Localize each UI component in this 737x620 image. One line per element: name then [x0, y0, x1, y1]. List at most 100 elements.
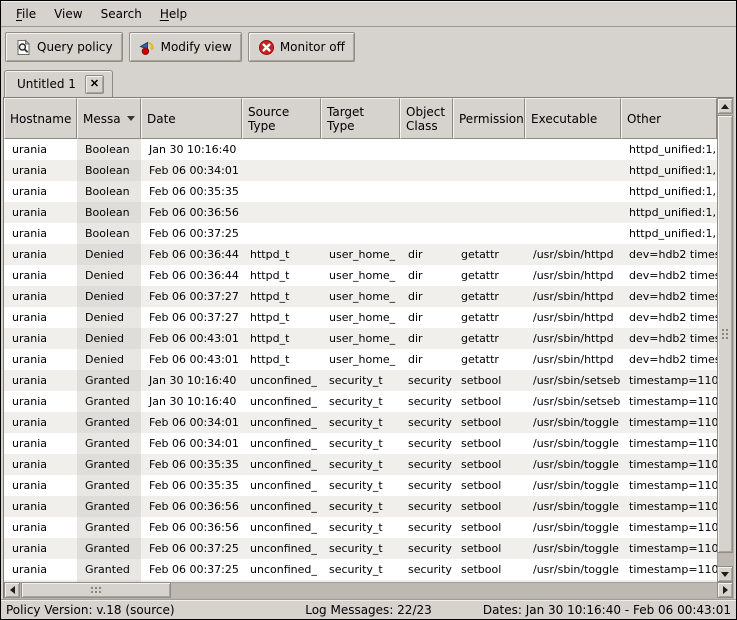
- table-row[interactable]: uraniaGrantedFeb 06 00:37:25unconfined_s…: [4, 538, 717, 559]
- cell-permission: setbool: [453, 454, 525, 475]
- cell-hostname: urania: [4, 475, 77, 496]
- cell-object_class: dir: [400, 286, 453, 307]
- cell-target_type: user_home_: [321, 307, 400, 328]
- cell-target_type: security_t: [321, 412, 400, 433]
- scroll-left-button[interactable]: [4, 582, 20, 598]
- cell-permission: [453, 139, 525, 160]
- vertical-scrollbar-thumb[interactable]: [717, 115, 733, 553]
- table-row[interactable]: uraniaGrantedFeb 06 00:36:56unconfined_s…: [4, 517, 717, 538]
- column-header-executable[interactable]: Executable: [525, 98, 621, 139]
- cell-source_type: httpd_t: [242, 265, 321, 286]
- cell-hostname: urania: [4, 265, 77, 286]
- monitor-off-button[interactable]: Monitor off: [248, 32, 355, 62]
- column-header-target_type[interactable]: Target Type: [321, 98, 400, 139]
- cell-executable: /usr/sbin/httpd: [525, 265, 621, 286]
- menu-item-view[interactable]: View: [45, 4, 91, 24]
- cell-executable: /usr/sbin/toggle: [525, 517, 621, 538]
- table-row[interactable]: uraniaGrantedJan 30 10:16:40unconfined_s…: [4, 370, 717, 391]
- column-header-permission[interactable]: Permission: [453, 98, 525, 139]
- table-row[interactable]: uraniaBooleanFeb 06 00:36:56httpd_unifie…: [4, 202, 717, 223]
- cell-target_type: user_home_: [321, 244, 400, 265]
- vertical-scrollbar-trough[interactable]: [717, 553, 733, 566]
- scroll-down-button[interactable]: [717, 566, 733, 582]
- cell-object_class: security: [400, 433, 453, 454]
- cell-target_type: user_home_: [321, 286, 400, 307]
- column-header-other[interactable]: Other: [621, 98, 717, 139]
- table-row[interactable]: uraniaDeniedFeb 06 00:36:44httpd_tuser_h…: [4, 265, 717, 286]
- column-header-hostname[interactable]: Hostname: [4, 98, 77, 139]
- menu-item-file[interactable]: File: [7, 4, 45, 24]
- table-row[interactable]: uraniaGrantedJan 30 10:16:40unconfined_s…: [4, 391, 717, 412]
- menu-item-search[interactable]: Search: [92, 4, 151, 24]
- table-row[interactable]: uraniaDeniedFeb 06 00:37:27httpd_tuser_h…: [4, 307, 717, 328]
- table-row[interactable]: uraniaGrantedFeb 06 00:34:01unconfined_s…: [4, 433, 717, 454]
- column-header-source_type[interactable]: Source Type: [242, 98, 321, 139]
- menu-item-help[interactable]: Help: [151, 4, 196, 24]
- column-header-label: Hostname: [10, 112, 71, 126]
- cell-message: Granted: [77, 433, 141, 454]
- horizontal-scrollbar-thumb[interactable]: [21, 582, 171, 598]
- log-messages-count: Log Messages: 22/23: [305, 603, 432, 617]
- cell-hostname: urania: [4, 349, 77, 370]
- cell-executable: [525, 139, 621, 160]
- cell-message: Granted: [77, 559, 141, 580]
- cell-date: Feb 06 00:37:25: [141, 223, 242, 244]
- scroll-right-button[interactable]: [717, 582, 733, 598]
- scroll-up-button[interactable]: [717, 98, 733, 114]
- tab-close-button[interactable]: ✕: [85, 75, 104, 94]
- cell-source_type: httpd_t: [242, 286, 321, 307]
- cell-executable: /usr/sbin/toggle: [525, 454, 621, 475]
- table-row[interactable]: uraniaBooleanFeb 06 00:37:25httpd_unifie…: [4, 223, 717, 244]
- table-row[interactable]: uraniaBooleanFeb 06 00:35:35httpd_unifie…: [4, 181, 717, 202]
- cell-other: timestamp=11076: [621, 412, 717, 433]
- cell-message: Denied: [77, 265, 141, 286]
- cell-object_class: security: [400, 496, 453, 517]
- table-header-row: HostnameMessaDateSource TypeTarget TypeO…: [4, 98, 717, 139]
- cell-hostname: urania: [4, 181, 77, 202]
- table-row[interactable]: uraniaGrantedFeb 06 00:37:25unconfined_s…: [4, 559, 717, 580]
- table-row[interactable]: uraniaGrantedFeb 06 00:36:56unconfined_s…: [4, 496, 717, 517]
- cell-message: Granted: [77, 496, 141, 517]
- cell-source_type: unconfined_: [242, 559, 321, 580]
- horizontal-scrollbar-trough[interactable]: [171, 582, 717, 598]
- table-row[interactable]: uraniaBooleanJan 30 10:16:40httpd_unifie…: [4, 139, 717, 160]
- column-header-message[interactable]: Messa: [77, 98, 141, 139]
- cell-other: timestamp=11076: [621, 538, 717, 559]
- cell-permission: setbool: [453, 538, 525, 559]
- column-header-object_class[interactable]: Object Class: [400, 98, 453, 139]
- table-row[interactable]: uraniaGrantedFeb 06 00:34:01unconfined_s…: [4, 412, 717, 433]
- cell-other: timestamp=11076: [621, 517, 717, 538]
- cell-permission: getattr: [453, 328, 525, 349]
- table-row[interactable]: uraniaGrantedFeb 06 00:35:35unconfined_s…: [4, 454, 717, 475]
- cell-message: Granted: [77, 370, 141, 391]
- table-row[interactable]: uraniaGrantedFeb 06 00:35:35unconfined_s…: [4, 475, 717, 496]
- horizontal-scrollbar[interactable]: [4, 582, 733, 598]
- table-row[interactable]: uraniaDeniedFeb 06 00:36:44httpd_tuser_h…: [4, 244, 717, 265]
- cell-target_type: security_t: [321, 391, 400, 412]
- cell-permission: setbool: [453, 412, 525, 433]
- query-policy-button[interactable]: Query policy: [5, 32, 123, 62]
- cell-executable: /usr/sbin/toggle: [525, 538, 621, 559]
- monitor-off-label: Monitor off: [280, 40, 345, 54]
- cell-date: Feb 06 00:35:35: [141, 181, 242, 202]
- cell-message: Denied: [77, 307, 141, 328]
- cell-other: timestamp=11076: [621, 559, 717, 580]
- cell-target_type: user_home_: [321, 349, 400, 370]
- seaudit-window: FileViewSearchHelp Query policy: [0, 0, 737, 620]
- cell-message: Granted: [77, 475, 141, 496]
- table-row[interactable]: uraniaDeniedFeb 06 00:37:27httpd_tuser_h…: [4, 286, 717, 307]
- cell-target_type: user_home_: [321, 328, 400, 349]
- tab-label: Untitled 1: [17, 77, 76, 91]
- cell-hostname: urania: [4, 139, 77, 160]
- cell-message: Granted: [77, 517, 141, 538]
- arrow-up-icon: [721, 104, 729, 109]
- vertical-scrollbar[interactable]: [717, 98, 733, 582]
- cell-date: Feb 06 00:43:01: [141, 349, 242, 370]
- table-row[interactable]: uraniaDeniedFeb 06 00:43:01httpd_tuser_h…: [4, 349, 717, 370]
- tab-untitled-1[interactable]: Untitled 1 ✕: [4, 70, 113, 97]
- table-row[interactable]: uraniaBooleanFeb 06 00:34:01httpd_unifie…: [4, 160, 717, 181]
- table-row[interactable]: uraniaDeniedFeb 06 00:43:01httpd_tuser_h…: [4, 328, 717, 349]
- cell-object_class: [400, 223, 453, 244]
- column-header-date[interactable]: Date: [141, 98, 242, 139]
- modify-view-button[interactable]: Modify view: [129, 32, 242, 62]
